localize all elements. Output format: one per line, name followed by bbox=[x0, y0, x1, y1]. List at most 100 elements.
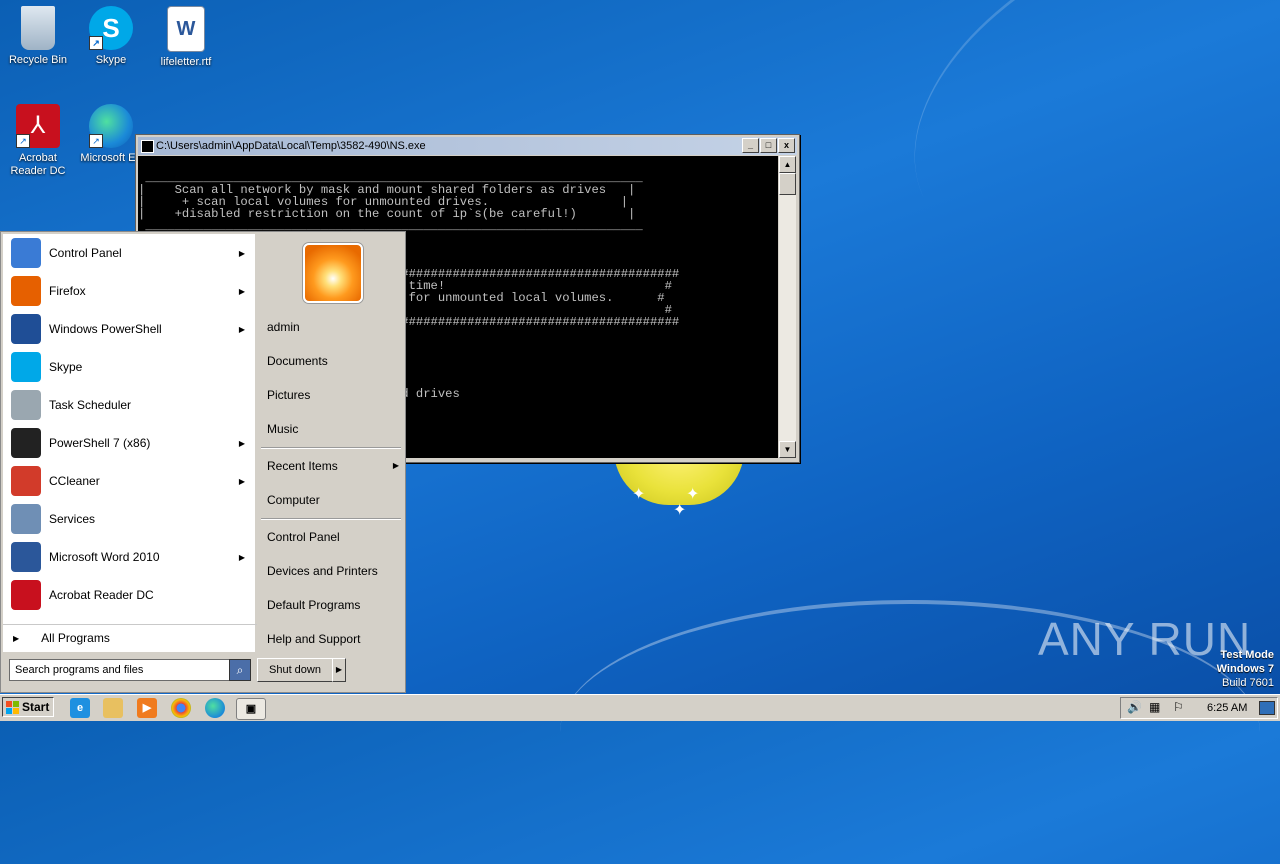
program-label: Acrobat Reader DC bbox=[49, 588, 154, 602]
system-tray: 🔊 ▦ ⚐ 6:25 AM bbox=[1120, 697, 1278, 719]
arrow-right-icon: ▶ bbox=[238, 286, 245, 296]
program-item[interactable]: Control Panel ▶ bbox=[3, 234, 255, 272]
scroll-down-arrow-icon[interactable]: ▼ bbox=[779, 441, 796, 458]
user-folder-item[interactable]: admin bbox=[261, 314, 405, 340]
search-placeholder: Search programs and files bbox=[15, 664, 144, 676]
test-mode-line1: Test Mode bbox=[1220, 649, 1274, 661]
internet-explorer-icon[interactable]: e bbox=[70, 698, 90, 718]
desktop-icon-label: Acrobat Reader DC bbox=[10, 152, 66, 177]
wallpaper-sparkle: ✦ bbox=[673, 500, 687, 519]
arrow-right-icon: ▶ bbox=[13, 633, 20, 643]
console-scrollbar[interactable]: ▲ ▼ bbox=[779, 156, 796, 458]
test-mode-line3: Build 7601 bbox=[1222, 677, 1274, 689]
control-panel-label: Control Panel bbox=[267, 530, 340, 544]
all-programs-item[interactable]: ▶ All Programs bbox=[3, 624, 263, 651]
program-label: Services bbox=[49, 512, 96, 526]
shutdown-button[interactable]: Shut down bbox=[257, 658, 333, 682]
acrobat-icon: ⅄ ↗ bbox=[16, 104, 60, 148]
documents-item[interactable]: Documents bbox=[261, 348, 405, 374]
recent-items-item[interactable]: Recent Items ▶ bbox=[261, 453, 405, 479]
devices-printers-label: Devices and Printers bbox=[267, 564, 378, 578]
program-item[interactable]: Services bbox=[3, 500, 255, 538]
search-icon[interactable]: ⌕ bbox=[229, 659, 251, 681]
user-name: admin bbox=[267, 320, 300, 334]
file-explorer-icon[interactable] bbox=[103, 698, 123, 718]
music-item[interactable]: Music bbox=[261, 416, 405, 442]
help-support-item[interactable]: Help and Support bbox=[261, 626, 405, 652]
arrow-right-icon: ▶ bbox=[238, 248, 245, 258]
arrow-right-icon: ▶ bbox=[238, 476, 245, 486]
program-label: Control Panel bbox=[49, 246, 122, 260]
wallpaper-swirl bbox=[859, 0, 1280, 335]
start-menu-programs-pane: Control Panel ▶ Firefox ▶ Windows PowerShell… bbox=[3, 234, 263, 652]
program-item[interactable]: Firefox ▶ bbox=[3, 272, 255, 310]
scroll-thumb[interactable] bbox=[779, 173, 796, 195]
help-support-label: Help and Support bbox=[267, 632, 361, 646]
user-avatar[interactable] bbox=[303, 243, 363, 303]
program-label: PowerShell 7 (x86) bbox=[49, 436, 151, 450]
music-label: Music bbox=[267, 422, 299, 436]
maximize-button[interactable]: □ bbox=[760, 138, 777, 153]
powershell7-icon bbox=[11, 428, 41, 458]
start-menu: Control Panel ▶ Firefox ▶ Windows PowerShell… bbox=[0, 231, 406, 693]
desktop-icon-skype[interactable]: S ↗ Skype bbox=[73, 6, 149, 67]
action-center-flag-icon[interactable]: ⚐ bbox=[1173, 700, 1184, 714]
start-button[interactable]: Start bbox=[2, 697, 54, 717]
computer-item[interactable]: Computer bbox=[261, 487, 405, 513]
desktop-icon-label: Recycle Bin bbox=[8, 54, 68, 66]
shortcut-arrow-icon: ↗ bbox=[16, 134, 30, 148]
control-panel-item[interactable]: Control Panel bbox=[261, 524, 405, 550]
wallpaper-sparkle: ✦ bbox=[686, 484, 700, 503]
computer-label: Computer bbox=[267, 493, 320, 507]
clock[interactable]: 6:25 AM bbox=[1207, 698, 1247, 718]
test-mode-line2: Windows 7 bbox=[1216, 663, 1274, 675]
program-label: Microsoft Word 2010 bbox=[49, 550, 160, 564]
default-programs-label: Default Programs bbox=[267, 598, 361, 612]
console-app-icon[interactable] bbox=[141, 140, 154, 153]
window-controls: _ □ x bbox=[742, 138, 795, 153]
desktop-icon-label: Skype bbox=[95, 54, 127, 66]
firefox-icon bbox=[11, 276, 41, 306]
close-button[interactable]: x bbox=[778, 138, 795, 153]
program-item[interactable]: Skype bbox=[3, 348, 255, 386]
arrow-right-icon: ▶ bbox=[238, 552, 245, 562]
console-task-icon[interactable]: ▣ bbox=[236, 698, 266, 720]
windows-logo-icon bbox=[6, 700, 19, 714]
show-desktop-icon[interactable] bbox=[1259, 701, 1275, 715]
program-item[interactable]: Windows PowerShell ▶ bbox=[3, 310, 255, 348]
program-item[interactable]: Microsoft Word 2010 ▶ bbox=[3, 538, 255, 576]
acrobat-icon bbox=[11, 580, 41, 610]
volume-icon[interactable]: 🔊 bbox=[1127, 700, 1142, 714]
media-player-icon[interactable]: ▶ bbox=[137, 698, 157, 718]
recent-items-label: Recent Items bbox=[267, 459, 338, 473]
desktop-icon-acrobat[interactable]: ⅄ ↗ Acrobat Reader DC bbox=[0, 104, 76, 178]
program-item[interactable]: Task Scheduler bbox=[3, 386, 255, 424]
minimize-button[interactable]: _ bbox=[742, 138, 759, 153]
arrow-right-icon: ▶ bbox=[238, 324, 245, 334]
network-icon[interactable]: ▦ bbox=[1149, 700, 1160, 714]
console-titlebar[interactable]: C:\Users\admin\AppData\Local\Temp\3582-4… bbox=[138, 137, 797, 155]
program-label: Skype bbox=[49, 360, 83, 374]
desktop-icon-lifeletter[interactable]: W lifeletter.rtf bbox=[148, 6, 224, 69]
desktop-icon-recycle-bin[interactable]: Recycle Bin bbox=[0, 6, 76, 67]
edge-icon[interactable] bbox=[205, 698, 225, 718]
default-programs-item[interactable]: Default Programs bbox=[261, 592, 405, 618]
shutdown-options-arrow-icon[interactable]: ▶ bbox=[332, 658, 346, 682]
edge-icon: ↗ bbox=[89, 104, 133, 148]
services-icon bbox=[11, 504, 41, 534]
pictures-item[interactable]: Pictures bbox=[261, 382, 405, 408]
program-item[interactable]: Acrobat Reader DC bbox=[3, 576, 255, 614]
program-label: Windows PowerShell bbox=[49, 322, 162, 336]
word-document-icon: W bbox=[167, 6, 205, 52]
program-item[interactable]: PowerShell 7 (x86) ▶ bbox=[3, 424, 255, 462]
skype-icon: S ↗ bbox=[89, 6, 133, 50]
program-label: Firefox bbox=[49, 284, 86, 298]
wallpaper-sparkle: ✦ bbox=[632, 484, 646, 503]
taskbar: Start e ▶ ▣ 🔊 ▦ ⚐ 6:25 AM bbox=[0, 694, 1280, 721]
devices-printers-item[interactable]: Devices and Printers bbox=[261, 558, 405, 584]
program-item[interactable]: CCleaner ▶ bbox=[3, 462, 255, 500]
search-input[interactable]: Search programs and files bbox=[9, 659, 234, 681]
scroll-up-arrow-icon[interactable]: ▲ bbox=[779, 156, 796, 173]
chrome-icon[interactable] bbox=[171, 698, 191, 718]
program-label: Task Scheduler bbox=[49, 398, 132, 412]
